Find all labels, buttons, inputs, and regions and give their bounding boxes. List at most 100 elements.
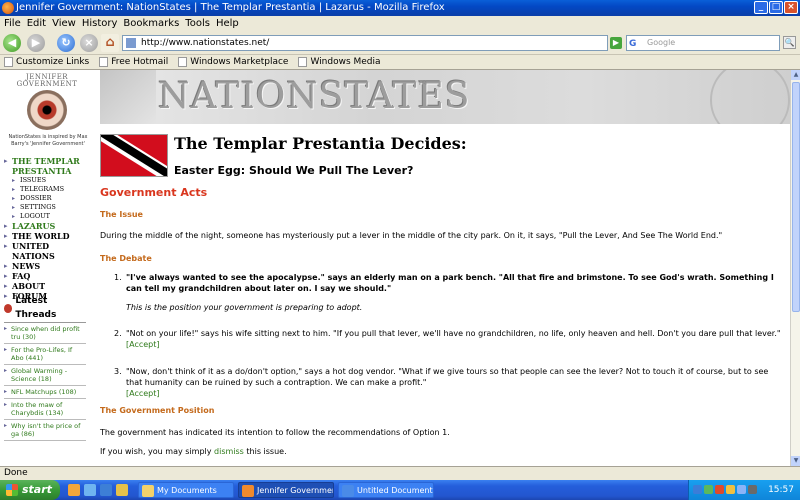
un-emblem-icon — [710, 70, 790, 124]
update-icon[interactable] — [726, 485, 735, 494]
banner-trademark: TM — [418, 80, 427, 87]
task-untitled-document[interactable]: Untitled Document - ... — [338, 482, 434, 498]
bookmarks-toolbar: Customize Links Free Hotmail Windows Mar… — [0, 55, 800, 70]
volume-icon[interactable] — [737, 485, 746, 494]
antivirus-icon[interactable] — [715, 485, 724, 494]
menu-view[interactable]: View — [52, 16, 82, 31]
sidebar-item-issues[interactable]: ISSUES — [4, 176, 94, 185]
window-title-bar[interactable]: Jennifer Government: NationStates | The … — [0, 0, 800, 16]
maximize-button[interactable]: □ — [769, 1, 783, 14]
system-tray: 15:57 — [688, 480, 800, 500]
back-arrow-icon: ◀ — [7, 36, 17, 49]
menu-bar: File Edit View History Bookmarks Tools H… — [0, 16, 800, 31]
show-desktop-icon[interactable] — [84, 484, 96, 496]
messenger-icon[interactable] — [748, 485, 757, 494]
bookmark-windows-marketplace[interactable]: Windows Marketplace — [178, 55, 288, 69]
dismiss-link[interactable]: dismiss — [214, 447, 244, 456]
navigation-toolbar: ◀ ▶ ↻ × ⌂ http://www.nationstates.net/ ▶… — [0, 31, 800, 55]
minimize-button[interactable]: _ — [754, 1, 768, 14]
go-button[interactable]: ▶ — [610, 37, 622, 49]
sidebar-item-telegrams[interactable]: TELEGRAMS — [4, 185, 94, 194]
windows-logo-icon — [6, 484, 18, 496]
issue-heading: The Issue — [100, 210, 143, 219]
thread-link[interactable]: For the Pro-Lifes, If Abo (441) — [4, 344, 86, 365]
window-controls: _ □ × — [754, 1, 798, 14]
sidebar-item-news[interactable]: NEWS — [4, 261, 94, 271]
search-input[interactable]: G Google — [626, 35, 780, 51]
menu-file[interactable]: File — [4, 16, 27, 31]
firefox-quicklaunch-icon[interactable] — [68, 484, 80, 496]
network-icon[interactable] — [693, 485, 702, 494]
thread-link[interactable]: Into the maw of Charybdis (134) — [4, 399, 86, 420]
folder-icon — [142, 485, 154, 497]
sidebar-item-the-world[interactable]: THE WORLD — [4, 231, 94, 241]
sidebar-item-faq[interactable]: FAQ — [4, 271, 94, 281]
thread-link[interactable]: Since when did profit tru (30) — [4, 323, 86, 344]
position-heading: The Government Position — [100, 406, 215, 415]
close-button[interactable]: × — [784, 1, 798, 14]
start-button[interactable]: start — [0, 480, 60, 500]
bookmark-customize-links[interactable]: Customize Links — [4, 55, 89, 69]
sidebar-item-settings[interactable]: SETTINGS — [4, 203, 94, 212]
forward-button[interactable]: ▶ — [27, 34, 45, 52]
sidebar-item-region[interactable]: LAZARUS — [4, 221, 94, 231]
vertical-scrollbar[interactable]: ▲ ▼ — [790, 70, 800, 466]
option-body: "Not on your life!" says his wife sittin… — [126, 328, 786, 350]
page-title: The Templar Prestantia Decides: — [174, 134, 467, 153]
menu-tools[interactable]: Tools — [185, 16, 216, 31]
nation-flag — [100, 134, 168, 177]
accept-option-3-link[interactable]: [Accept] — [126, 389, 160, 398]
task-label: Untitled Document - ... — [357, 486, 433, 495]
search-go-button[interactable]: 🔍 — [783, 36, 796, 49]
google-icon[interactable]: G — [629, 37, 636, 51]
address-bar[interactable]: http://www.nationstates.net/ — [122, 35, 608, 51]
menu-bookmarks[interactable]: Bookmarks — [123, 16, 185, 31]
task-firefox[interactable]: Jennifer Government... — [238, 482, 334, 498]
bookmark-page-icon — [298, 57, 308, 67]
scroll-thumb[interactable] — [792, 82, 800, 312]
thread-link[interactable]: Why isn't the price of ga (86) — [4, 420, 86, 441]
task-label: My Documents — [157, 486, 217, 495]
sidebar-item-nation[interactable]: THE TEMPLAR PRESTANTIA — [4, 156, 94, 176]
scroll-up-button[interactable]: ▲ — [791, 70, 800, 80]
back-button[interactable]: ◀ — [3, 34, 21, 52]
firefox-icon — [242, 485, 254, 497]
dismiss-pre-text: If you wish, you may simply — [100, 447, 215, 456]
bookmark-page-icon — [99, 57, 109, 67]
window-title: Jennifer Government: NationStates | The … — [16, 2, 445, 13]
firefox-icon — [2, 2, 14, 14]
task-label: Jennifer Government... — [257, 486, 333, 495]
latest-threads-title: Latest Threads — [15, 296, 57, 320]
clock[interactable]: 15:57 — [768, 480, 794, 500]
scroll-down-button[interactable]: ▼ — [791, 456, 800, 466]
forward-arrow-icon: ▶ — [31, 36, 41, 49]
jennifer-government-logo[interactable]: JENNIFER GOVERNMENT — [12, 74, 82, 134]
folder-quicklaunch-icon[interactable] — [116, 484, 128, 496]
sidebar-item-united-nations[interactable]: UNITED NATIONS — [4, 241, 94, 261]
stop-button[interactable]: × — [80, 34, 98, 52]
home-button[interactable]: ⌂ — [101, 34, 119, 52]
task-my-documents[interactable]: My Documents — [138, 482, 234, 498]
latest-threads-heading: Latest Threads — [4, 294, 86, 323]
menu-edit[interactable]: Edit — [27, 16, 52, 31]
bookmark-free-hotmail[interactable]: Free Hotmail — [99, 55, 168, 69]
bookmark-label: Customize Links — [16, 56, 90, 67]
option-number: 3. — [114, 367, 122, 376]
thread-link[interactable]: Global Warming - Science (18) — [4, 365, 86, 386]
bookmark-page-icon — [178, 57, 188, 67]
menu-help[interactable]: Help — [216, 16, 245, 31]
reload-button[interactable]: ↻ — [57, 34, 75, 52]
thread-link[interactable]: NFL Matchups (108) — [4, 386, 86, 399]
menu-history[interactable]: History — [82, 16, 124, 31]
security-icon[interactable] — [704, 485, 713, 494]
status-text: Done — [4, 468, 28, 478]
accept-option-2-link[interactable]: [Accept] — [126, 340, 160, 349]
ie-quicklaunch-icon[interactable] — [100, 484, 112, 496]
flag-black-stripe — [101, 135, 167, 176]
nationstates-banner[interactable]: NATIONSTATES TM — [100, 70, 790, 124]
bookmark-windows-media[interactable]: Windows Media — [298, 55, 381, 69]
sidebar-item-about[interactable]: ABOUT — [4, 281, 94, 291]
sidebar-item-logout[interactable]: LOGOUT — [4, 212, 94, 221]
sidebar-item-dossier[interactable]: DOSSIER — [4, 194, 94, 203]
option-body: "I've always wanted to see the apocalyps… — [126, 272, 786, 313]
